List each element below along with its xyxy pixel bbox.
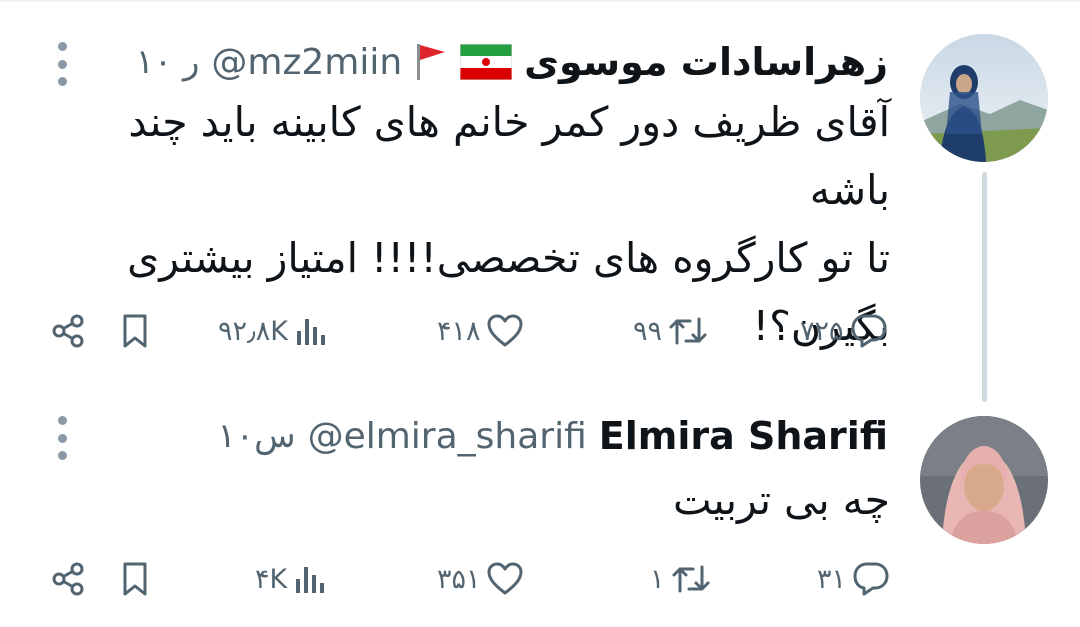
reply-count: ۳۱ [817,563,847,595]
tweet-header: ۱۰ ر @mz2miin زهراسادات موسوی [136,36,888,88]
red-flag-icon [417,44,446,80]
views-count: ۹۲٫۸K [218,315,288,347]
tweet-card[interactable]: ۱۰س @elmira_sharifi Elmira Sharifi چه بی… [0,390,1080,627]
bookmark-button[interactable] [120,306,150,356]
like-count: ۴۱۸ [437,315,481,347]
name-emojis [414,42,513,82]
heart-icon [487,562,523,595]
views-count: ۴K [255,563,288,595]
action-bar: ۴K ۳۵۱ ۱ ۳۱ [50,554,890,604]
retweet-icon [672,565,710,593]
share-button[interactable] [50,306,86,356]
reply-button[interactable]: ۳۱ [817,554,890,604]
reply-count: ۷۲۵ [800,315,844,347]
retweet-icon [669,317,707,345]
retweet-button[interactable]: ۹۹ [633,306,708,356]
share-icon [52,562,84,596]
iran-flag-icon [460,44,513,80]
tweet-text-line: آقای ظریف دور کمر خانم های کابینه باید چ… [128,98,890,214]
share-icon [52,314,84,348]
tweet-text-line: چه بی تربیت [672,476,890,524]
bookmark-icon [123,562,147,596]
analytics-icon [296,319,325,345]
reply-icon [853,562,889,596]
timestamp[interactable]: ۱۰س [218,416,296,456]
bookmark-icon [123,314,147,348]
thread-connector [982,172,987,402]
user-handle[interactable]: @mz2miin [211,42,402,83]
retweet-count: ۱ [650,563,665,595]
like-button[interactable]: ۳۵۱ [437,554,523,604]
retweet-button[interactable]: ۱ [650,554,711,604]
more-options-icon[interactable] [52,416,72,460]
more-options-icon[interactable] [52,42,72,86]
heart-icon [487,314,523,347]
views-button[interactable]: ۴K [255,554,327,604]
tweet-header: ۱۰س @elmira_sharifi Elmira Sharifi [218,410,888,462]
avatar[interactable] [920,34,1048,162]
tweet-text: چه بی تربیت [40,466,890,534]
like-button[interactable]: ۴۱۸ [437,306,523,356]
bookmark-button[interactable] [120,554,150,604]
tweet-text-line: تا تو کارگروه های تخصصی!!!! امتیاز بیشتر… [127,234,890,282]
views-button[interactable]: ۹۲٫۸K [218,306,328,356]
action-bar: ۹۲٫۸K ۴۱۸ ۹۹ ۷۲۵ [50,306,890,356]
user-handle[interactable]: @elmira_sharifi [308,416,587,457]
reply-icon [851,314,887,348]
display-name[interactable]: Elmira Sharifi [599,414,888,458]
retweet-count: ۹۹ [633,315,663,347]
avatar[interactable] [920,416,1048,544]
display-name[interactable]: زهراسادات موسوی [524,40,888,84]
tweet-card[interactable]: ۱۰ ر @mz2miin زهراسادات موسوی آقای ظریف … [0,0,1080,380]
analytics-icon [296,567,325,593]
reply-button[interactable]: ۷۲۵ [800,306,888,356]
timestamp[interactable]: ۱۰ ر [136,42,200,82]
like-count: ۳۵۱ [437,563,481,595]
share-button[interactable] [50,554,86,604]
